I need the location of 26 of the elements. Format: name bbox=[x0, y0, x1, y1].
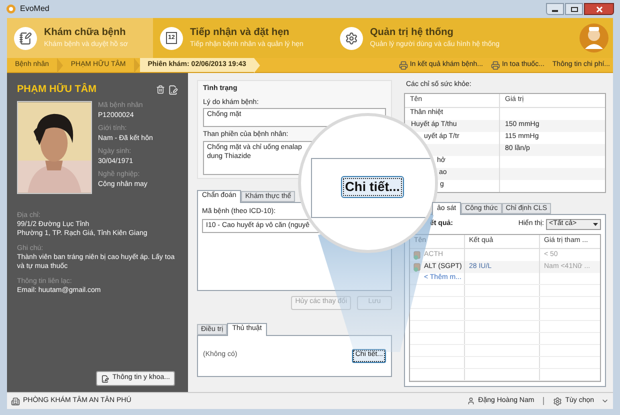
gear-icon bbox=[345, 32, 358, 44]
breadcrumb-arrow-icon bbox=[56, 58, 63, 73]
caret-icon bbox=[601, 397, 609, 405]
user-icon bbox=[467, 397, 476, 405]
module-title: Quản trị hệ thống bbox=[370, 26, 454, 40]
document-icon bbox=[101, 374, 110, 382]
window-title: EvoMed bbox=[20, 3, 50, 15]
printer-icon bbox=[398, 60, 408, 70]
building-icon bbox=[11, 396, 20, 406]
app-logo-icon bbox=[6, 4, 16, 14]
module-title: Tiếp nhận và đặt hẹn bbox=[190, 26, 290, 40]
caret-icon bbox=[593, 223, 598, 226]
breadcrumb-arrow-icon bbox=[254, 58, 260, 73]
close-button[interactable] bbox=[584, 3, 614, 15]
maximize-button[interactable] bbox=[565, 3, 583, 15]
doctor-logo-icon bbox=[579, 23, 609, 53]
patient-name: PHẠM HỮU TÂM bbox=[17, 82, 96, 97]
minimize-button[interactable] bbox=[546, 3, 564, 15]
settings-icon bbox=[553, 396, 562, 406]
printer-icon bbox=[490, 60, 500, 70]
delete-icon[interactable] bbox=[156, 85, 165, 94]
close-icon bbox=[596, 6, 602, 12]
edit-icon[interactable] bbox=[168, 84, 178, 94]
breadcrumb-arrow-icon bbox=[134, 58, 140, 73]
notepad-icon bbox=[19, 32, 32, 44]
module-title: Khám chữa bệnh bbox=[44, 26, 127, 40]
